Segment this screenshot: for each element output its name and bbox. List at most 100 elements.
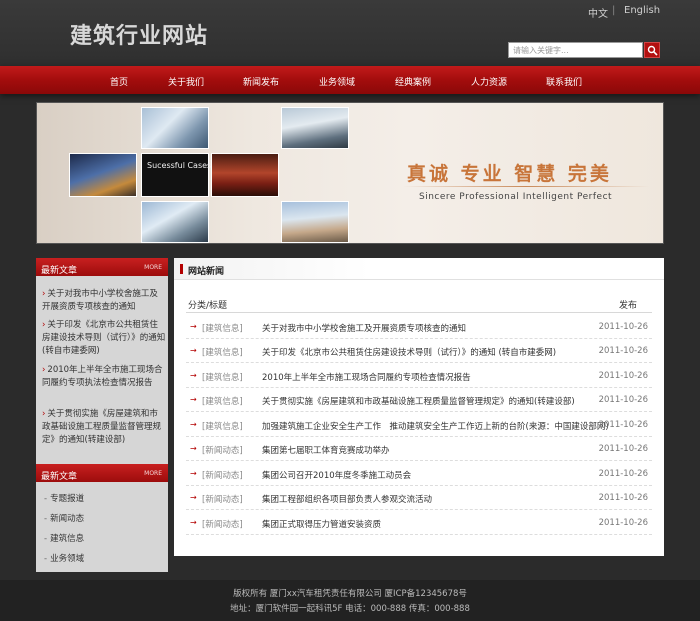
sidebar-latest-header: 最新文章 MORE	[36, 258, 168, 276]
table-row[interactable]: → [建筑信息] 关于贯彻实施《房屋建筑和市政基础设施工程质量监督管理规定》的通…	[186, 388, 652, 412]
more-link[interactable]: MORE	[144, 264, 162, 271]
row-date: 2011-10-26	[598, 420, 648, 430]
arrow-icon: →	[190, 371, 197, 380]
sidebar-link-news[interactable]: - 新闻动态	[44, 512, 84, 524]
row-title-link[interactable]: 集团公司召开2010年度冬季施工动员会	[262, 469, 411, 481]
footer: 版权所有 厦门xx汽车租凭责任有限公司 厦ICP备12345678号 地址：厦门…	[0, 580, 700, 621]
table-row[interactable]: → [建筑信息] 2010年上半年全市施工现场合同履约专项检查情况报告 2011…	[186, 364, 652, 388]
row-date: 2011-10-26	[598, 322, 648, 332]
slogan-divider	[403, 186, 649, 187]
sidebar: 最新文章 MORE › 关于对我市中小学校舍施工及开展资质专项核查的通知 › 关于印…	[36, 258, 168, 572]
more-link[interactable]: MORE	[144, 470, 162, 477]
sidebar-news-text: 2010年上半年全市施工现场合同履约专项执法检查情况报告	[42, 365, 163, 388]
sidebar-latest-title: 最新文章	[41, 266, 78, 276]
row-category: [新闻动态]	[202, 471, 243, 481]
footer-copyright: 版权所有 厦门xx汽车租凭责任有限公司 厦ICP备12345678号	[233, 589, 467, 599]
cases-tile	[141, 153, 209, 197]
sidebar-link-topics[interactable]: - 专题报道	[44, 492, 84, 504]
row-title-link[interactable]: 2010年上半年全市施工现场合同履约专项检查情况报告	[262, 371, 471, 383]
search-button[interactable]	[644, 42, 660, 58]
sidebar-link-business[interactable]: - 业务领域	[44, 552, 84, 564]
site-title: 建筑行业网站	[70, 24, 209, 49]
sidebar-news-item[interactable]: › 关于贯彻实施《房屋建筑和市政基础设施工程质量监督管理规定》的通知(转建设部)	[42, 408, 166, 447]
slogan-chinese: 真诚 专业 智慧 完美	[407, 163, 612, 185]
row-date: 2011-10-26	[598, 493, 648, 503]
slogan-english: Sincere Professional Intelligent Perfect	[419, 192, 613, 202]
news-panel-title: 网站新闻	[188, 267, 225, 277]
footer-address: 地址：厦门软件园一起科讯5F 电话：000-888 传真：000-888	[230, 604, 470, 614]
building-photo	[141, 107, 209, 149]
row-category: [新闻动态]	[202, 446, 243, 456]
row-title-link[interactable]: 关于贯彻实施《房屋建筑和市政基础设施工程质量监督管理规定》的通知(转建设部)	[262, 395, 575, 407]
row-category: [建筑信息]	[202, 373, 243, 383]
nav-item-hr[interactable]: 人力资源	[471, 75, 507, 88]
row-date: 2011-10-26	[598, 518, 648, 528]
lang-chinese-link[interactable]: 中文	[588, 5, 608, 20]
column-header-date: 发布	[619, 301, 638, 311]
lang-english-link[interactable]: English	[624, 5, 660, 16]
nav-item-about[interactable]: 关于我们	[168, 75, 204, 88]
row-title-link[interactable]: 加强建筑施工企业安全生产工作 推动建筑安全生产工作迈上新的台阶(来源：中国建设部…	[262, 420, 609, 432]
arrow-icon: ›	[42, 289, 46, 299]
sidebar-news-text: 关于贯彻实施《房屋建筑和市政基础设施工程质量监督管理规定》的通知(转建设部)	[42, 409, 162, 445]
sidebar-news-item[interactable]: › 关于对我市中小学校舍施工及开展资质专项核查的通知	[42, 288, 166, 314]
search-input[interactable]: 请输入关键字...	[508, 42, 643, 58]
sidebar-news-item[interactable]: › 关于印发《北京市公共租赁住房建设技术导则（试行）》的通知 (转自市建委网)	[42, 319, 166, 358]
row-title-link[interactable]: 关于对我市中小学校舍施工及开展资质专项核查的通知	[262, 322, 466, 334]
table-row[interactable]: → [建筑信息] 关于对我市中小学校舍施工及开展资质专项核查的通知 2011-1…	[186, 315, 652, 339]
sidebar-second-title: 最新文章	[41, 472, 78, 482]
table-row[interactable]: → [建筑信息] 关于印发《北京市公共租赁住房建设技术导则（试行）》的通知 (转…	[186, 339, 652, 363]
sidebar-link-label: 新闻动态	[50, 514, 85, 524]
sidebar-news-item[interactable]: › 2010年上半年全市施工现场合同履约专项执法检查情况报告	[42, 364, 166, 390]
row-date: 2011-10-26	[598, 395, 648, 405]
sidebar-link-building[interactable]: - 建筑信息	[44, 532, 84, 544]
row-date: 2011-10-26	[598, 371, 648, 381]
search-icon	[647, 45, 658, 56]
arrow-icon: ›	[42, 365, 46, 375]
sidebar-second-header: 最新文章 MORE	[36, 464, 168, 482]
table-row[interactable]: → [新闻动态] 集团工程部组织各项目部负责人参观交流活动 2011-10-26	[186, 486, 652, 510]
sidebar-link-label: 专题报道	[50, 494, 85, 504]
row-title-link[interactable]: 关于印发《北京市公共租赁住房建设技术导则（试行）》的通知 (转自市建委网)	[262, 346, 556, 358]
row-date: 2011-10-26	[598, 444, 648, 454]
arrow-icon: →	[190, 493, 197, 502]
arrow-icon: →	[190, 518, 197, 527]
building-photo	[69, 153, 137, 197]
row-category: [建筑信息]	[202, 397, 243, 407]
building-photo	[281, 201, 349, 243]
nav-item-news[interactable]: 新闻发布	[243, 75, 279, 88]
row-category: [新闻动态]	[202, 495, 243, 505]
header: 建筑行业网站 中文 | English 请输入关键字...	[0, 0, 700, 66]
row-category: [建筑信息]	[202, 422, 243, 432]
nav-item-cases[interactable]: 经典案例	[395, 75, 431, 88]
building-photo	[281, 107, 349, 149]
hall-photo	[211, 153, 279, 197]
table-row[interactable]: → [新闻动态] 集团正式取得压力管道安装资质 2011-10-26	[186, 511, 652, 535]
column-header-category: 分类/标题	[188, 301, 228, 311]
arrow-icon: →	[190, 395, 197, 404]
arrow-icon: →	[190, 322, 197, 331]
table-row[interactable]: → [建筑信息] 加强建筑施工企业安全生产工作 推动建筑安全生产工作迈上新的台阶…	[186, 413, 652, 437]
arrow-icon: →	[190, 420, 197, 429]
row-category: [建筑信息]	[202, 324, 243, 334]
nav-item-contact[interactable]: 联系我们	[546, 75, 582, 88]
row-title-link[interactable]: 集团第七届职工体育竞赛成功举办	[262, 444, 390, 456]
hero-banner: Sucessful Cases 真诚 专业 智慧 完美 Sincere Prof…	[36, 102, 664, 244]
tab-marker	[180, 264, 183, 274]
arrow-icon: ›	[42, 409, 46, 419]
building-photo	[141, 201, 209, 243]
sidebar-news-text: 关于印发《北京市公共租赁住房建设技术导则（试行）》的通知 (转自市建委网)	[42, 320, 166, 356]
row-date: 2011-10-26	[598, 469, 648, 479]
row-title-link[interactable]: 集团工程部组织各项目部负责人参观交流活动	[262, 493, 432, 505]
nav-item-home[interactable]: 首页	[110, 75, 128, 88]
arrow-icon: →	[190, 444, 197, 453]
table-row[interactable]: → [新闻动态] 集团第七届职工体育竞赛成功举办 2011-10-26	[186, 437, 652, 461]
nav-item-business[interactable]: 业务领域	[319, 75, 355, 88]
row-category: [新闻动态]	[202, 520, 243, 530]
row-title-link[interactable]: 集团正式取得压力管道安装资质	[262, 518, 381, 530]
sidebar-link-label: 建筑信息	[50, 534, 85, 544]
main-nav: 首页 关于我们 新闻发布 业务领域 经典案例 人力资源 联系我们	[0, 66, 700, 94]
table-row[interactable]: → [新闻动态] 集团公司召开2010年度冬季施工动员会 2011-10-26	[186, 462, 652, 486]
lang-separator: |	[612, 5, 616, 16]
row-category: [建筑信息]	[202, 348, 243, 358]
